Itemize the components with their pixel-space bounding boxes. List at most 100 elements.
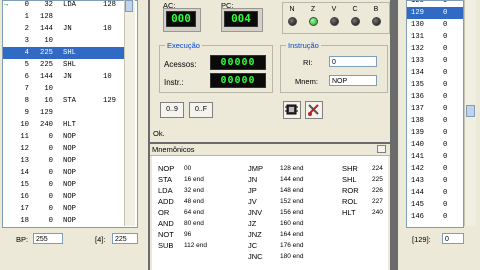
program-memory-row[interactable]: 14 0 NOP xyxy=(3,167,127,179)
program-memory-row[interactable]: 8 16 STA 129 xyxy=(3,95,127,107)
value-cell: 0 xyxy=(48,193,53,201)
mnemonic-name: SHL xyxy=(342,175,357,184)
data-memory-row[interactable]: 132 0 xyxy=(407,43,463,55)
mnemonic-name: SUB xyxy=(158,241,174,250)
data-memory-row[interactable]: 140 0 xyxy=(407,139,463,151)
data-memory-row[interactable]: 138 0 xyxy=(407,115,463,127)
data-memory-row[interactable]: 137 0 xyxy=(407,103,463,115)
mnemonic-cell: NOP xyxy=(63,157,76,165)
address-cell: 136 xyxy=(411,93,424,101)
data-memory-panel: 128 0 129 0 130 0 131 0 132 0 133 0 134 0 135 0 136 0 137 0… xyxy=(398,0,480,270)
program-memory-row[interactable]: 7 10 xyxy=(3,83,127,95)
mnemonic-name: AND xyxy=(158,219,174,228)
program-memory-row[interactable]: 6 144 JN 10 xyxy=(3,71,127,83)
mnemonic-name: JV xyxy=(248,197,257,206)
address-cell: 128 xyxy=(411,0,424,5)
program-memory-row[interactable]: 9 129 xyxy=(3,107,127,119)
mnemonic-cell: NOP xyxy=(63,193,76,201)
program-memory-scroll-thumb[interactable] xyxy=(125,0,133,12)
value-cell: 0 xyxy=(443,69,448,77)
address-cell: 132 xyxy=(411,45,424,53)
data-memory-row[interactable]: 135 0 xyxy=(407,79,463,91)
flag-z-label: Z xyxy=(310,6,316,13)
data-memory-scrollbar[interactable] xyxy=(464,0,476,226)
data-memory-row[interactable]: 136 0 xyxy=(407,91,463,103)
address-cell: 12 xyxy=(20,145,29,153)
data-memory-scroll-thumb[interactable] xyxy=(466,105,475,117)
address-cell: 130 xyxy=(411,21,424,29)
address-cell: 142 xyxy=(411,165,424,173)
data-memory-row[interactable]: 142 0 xyxy=(407,163,463,175)
value-cell: 144 xyxy=(40,25,53,33)
program-memory-row[interactable]: → 0 32 LDA 128 xyxy=(3,1,127,11)
value-cell: 10 xyxy=(44,37,53,45)
data-memory-row[interactable]: 146 0 xyxy=(407,211,463,223)
mnemonic-cell: STA xyxy=(63,97,76,105)
program-address-field[interactable]: 225 xyxy=(112,233,138,244)
hex-mode-button[interactable]: 0..F xyxy=(189,102,213,118)
program-memory-row[interactable]: 16 0 NOP xyxy=(3,191,127,203)
value-cell: 0 xyxy=(443,21,448,29)
program-memory-row[interactable]: 5 225 SHL xyxy=(3,59,127,71)
mnemonics-close-button[interactable] xyxy=(377,145,386,153)
address-cell: 18 xyxy=(20,217,29,225)
mnemonic-code: 148 end xyxy=(280,187,304,194)
program-memory-scrollbar[interactable] xyxy=(124,0,135,226)
mnemonic-cell: SHL xyxy=(63,49,76,57)
program-memory-row[interactable]: 13 0 NOP xyxy=(3,155,127,167)
program-memory-row[interactable]: 2 144 JN 10 xyxy=(3,23,127,35)
data-memory-row[interactable]: 144 0 xyxy=(407,187,463,199)
program-memory-row[interactable]: 18 0 NOP xyxy=(3,215,127,227)
mnemonic-code: 152 end xyxy=(280,198,304,205)
ri-field: 0 xyxy=(329,56,377,67)
flag-z-led xyxy=(309,17,318,26)
value-cell: 0 xyxy=(48,181,53,189)
data-memory-row[interactable]: 139 0 xyxy=(407,127,463,139)
data-memory-row[interactable]: 141 0 xyxy=(407,151,463,163)
data-address-field[interactable]: 0 xyxy=(442,233,464,244)
program-memory-row[interactable]: 1 128 xyxy=(3,11,127,23)
program-memory-row[interactable]: 12 0 NOP xyxy=(3,143,127,155)
mnemonic-code: 144 end xyxy=(280,176,304,183)
mnemonics-title: Mnemônicos xyxy=(152,145,195,154)
value-cell: 225 xyxy=(40,49,53,57)
data-memory-row[interactable]: 129 0 xyxy=(407,7,463,19)
address-cell: 133 xyxy=(411,57,424,65)
memory-chip-button[interactable] xyxy=(283,101,301,119)
data-memory-row[interactable]: 128 0 xyxy=(407,0,463,7)
address-cell: 9 xyxy=(24,109,29,117)
mnemonic-name: SHR xyxy=(342,164,358,173)
data-memory-row[interactable]: 130 0 xyxy=(407,19,463,31)
value-cell: 129 xyxy=(40,109,53,117)
acessos-display: 00000 xyxy=(210,55,266,70)
mnemonic-name: JP xyxy=(248,186,257,195)
mnemonic-name: JN xyxy=(248,175,258,184)
operand-cell: 128 xyxy=(103,1,116,9)
address-cell: 129 xyxy=(411,9,424,17)
value-cell: 32 xyxy=(44,1,53,9)
address-cell: 4 xyxy=(24,49,29,57)
data-memory-row[interactable]: 133 0 xyxy=(407,55,463,67)
data-memory-row[interactable]: 145 0 xyxy=(407,199,463,211)
data-memory-list[interactable]: 128 0 129 0 130 0 131 0 132 0 133 0 134 0 135 0 136 0 137 0… xyxy=(406,0,464,228)
program-memory-row[interactable]: 4 225 SHL xyxy=(3,47,127,59)
flag-c-led xyxy=(351,17,360,26)
mnemonic-cell: NOP xyxy=(63,145,76,153)
program-memory-row[interactable]: 3 10 xyxy=(3,35,127,47)
program-memory-row[interactable]: 10 240 HLT xyxy=(3,119,127,131)
data-memory-row[interactable]: 131 0 xyxy=(407,31,463,43)
mnemonic-code: 128 end xyxy=(280,165,304,172)
mnemonic-cell: LDA xyxy=(63,1,76,9)
value-cell: 225 xyxy=(40,61,53,69)
bp-field[interactable]: 255 xyxy=(33,233,63,244)
program-memory-row[interactable]: 17 0 NOP xyxy=(3,203,127,215)
data-memory-row[interactable]: 134 0 xyxy=(407,67,463,79)
decimal-mode-button[interactable]: 0..9 xyxy=(160,102,184,118)
tools-button[interactable] xyxy=(305,101,323,119)
program-memory-row[interactable]: 15 0 NOP xyxy=(3,179,127,191)
program-memory-list[interactable]: → 0 32 LDA 128 1 128 2 144 JN 10 3 10 4 225 SHL 5 225 SHL 6… xyxy=(2,0,138,228)
data-memory-row[interactable]: 143 0 xyxy=(407,175,463,187)
mnemonic-cell: NOP xyxy=(63,133,76,141)
mnem-field: NOP xyxy=(329,75,377,86)
program-memory-row[interactable]: 11 0 NOP xyxy=(3,131,127,143)
